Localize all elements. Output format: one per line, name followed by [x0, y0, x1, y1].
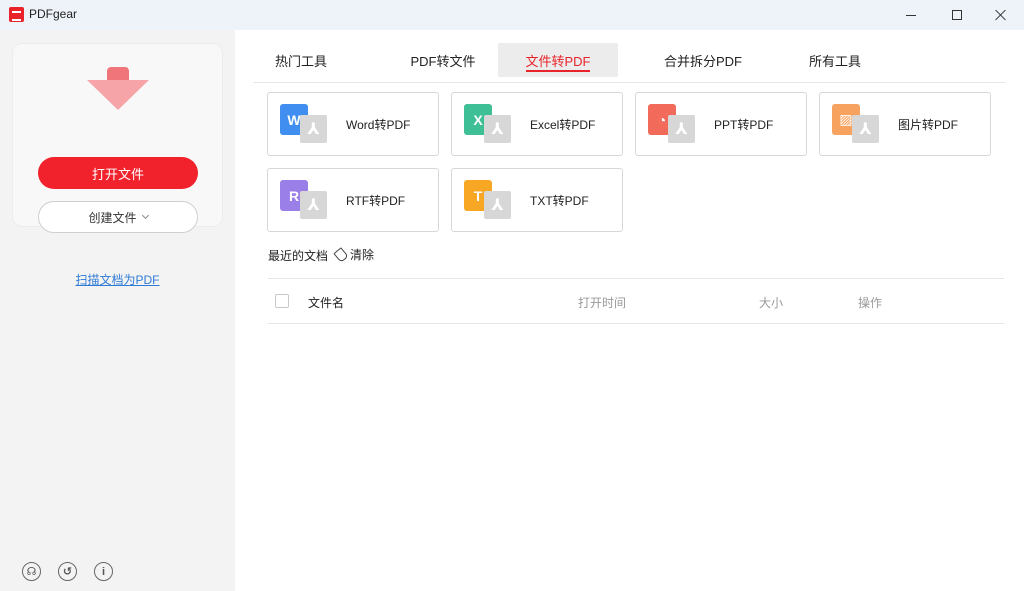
scan-to-pdf-link[interactable]: 扫描文档为PDF: [0, 271, 235, 288]
ppt-to-pdf-card[interactable]: ◔ ⅄ PPT转PDF: [635, 92, 807, 156]
txt-to-pdf-card[interactable]: T ⅄ TXT转PDF: [451, 168, 623, 232]
create-file-label: 创建文件: [88, 210, 137, 225]
ppt-file-icon: ◔ ⅄: [648, 104, 695, 144]
pdfgear-logo-icon: [9, 7, 24, 22]
app-title: PDFgear: [29, 7, 78, 21]
sidebar: 打开文件 创建文件 扫描文档为PDF ☊ ↺ i: [0, 30, 235, 591]
open-file-card[interactable]: [12, 43, 223, 227]
image-to-pdf-card[interactable]: ▨ ⅄ 图片转PDF: [819, 92, 991, 156]
select-all-checkbox[interactable]: [275, 294, 289, 308]
image-file-icon: ▨ ⅄: [832, 104, 879, 144]
recent-table-header: 文件名 打开时间 大小 操作: [268, 278, 1004, 324]
sidebar-footer: ☊ ↺ i: [22, 562, 113, 581]
chevron-down-icon: [141, 211, 149, 220]
tool-label: Excel转PDF: [530, 118, 596, 132]
column-actions: 操作: [858, 296, 883, 310]
tool-label: PPT转PDF: [714, 118, 774, 132]
minimize-icon: [906, 14, 916, 16]
close-button[interactable]: [978, 0, 1024, 30]
excel-to-pdf-card[interactable]: X ⅄ Excel转PDF: [451, 92, 623, 156]
create-file-button[interactable]: 创建文件: [38, 201, 198, 233]
rtf-file-icon: R ⅄: [280, 180, 327, 220]
tool-label: RTF转PDF: [346, 194, 406, 208]
info-icon[interactable]: i: [94, 562, 113, 581]
tab-bar: 热门工具 PDF转文件 文件转PDF 合并拆分PDF 所有工具: [253, 43, 1005, 83]
title-bar: PDFgear: [0, 0, 1024, 30]
txt-file-icon: T ⅄: [464, 180, 511, 220]
tab-all-tools[interactable]: 所有工具: [775, 43, 895, 77]
column-file-name[interactable]: 文件名: [308, 294, 344, 311]
rtf-to-pdf-card[interactable]: R ⅄ RTF转PDF: [267, 168, 439, 232]
column-open-time[interactable]: 打开时间: [578, 294, 626, 311]
tool-label: TXT转PDF: [530, 194, 589, 208]
maximize-icon: [952, 10, 962, 20]
broom-icon: [333, 246, 349, 263]
word-to-pdf-card[interactable]: W ⅄ Word转PDF: [267, 92, 439, 156]
word-file-icon: W ⅄: [280, 104, 327, 144]
minimize-button[interactable]: [888, 0, 934, 30]
excel-file-icon: X ⅄: [464, 104, 511, 144]
close-icon: [995, 9, 1007, 21]
active-tab-underline: [526, 70, 590, 72]
history-settings-icon[interactable]: ↺: [58, 562, 77, 581]
recent-documents-heading: 最近的文档: [268, 249, 329, 263]
clear-recent-button[interactable]: 清除: [333, 246, 374, 263]
download-arrow-icon: [87, 67, 149, 113]
tab-pdf-to-file[interactable]: PDF转文件: [383, 43, 503, 77]
support-headset-icon[interactable]: ☊: [22, 562, 41, 581]
main-panel: 热门工具 PDF转文件 文件转PDF 合并拆分PDF 所有工具 W ⅄ Word…: [235, 30, 1024, 591]
tab-file-to-pdf[interactable]: 文件转PDF: [498, 43, 618, 77]
open-file-button[interactable]: 打开文件: [38, 157, 198, 189]
tool-label: Word转PDF: [346, 118, 411, 132]
tool-label: 图片转PDF: [898, 118, 959, 132]
column-size[interactable]: 大小: [759, 294, 783, 311]
tab-hot-tools[interactable]: 热门工具: [253, 43, 349, 77]
maximize-button[interactable]: [934, 0, 980, 30]
tab-merge-split-pdf[interactable]: 合并拆分PDF: [643, 43, 763, 77]
